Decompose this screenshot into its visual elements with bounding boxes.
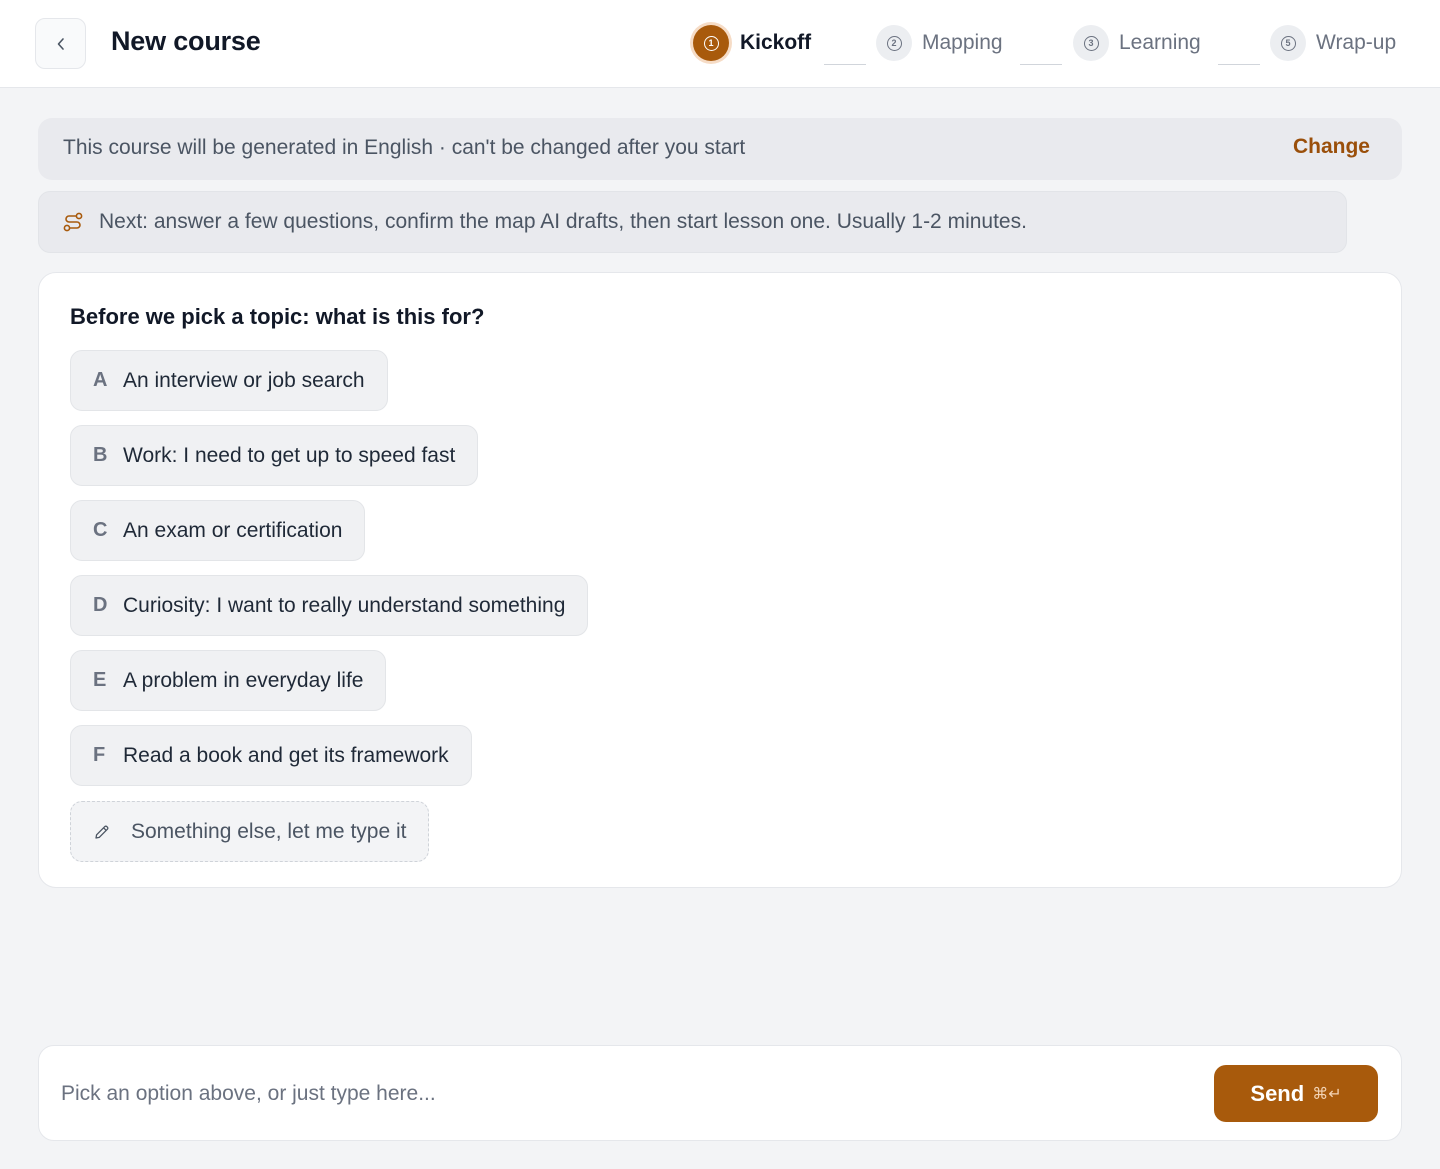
option-letter: C [93, 519, 108, 541]
step-kickoff: 1 Kickoff [690, 20, 811, 66]
next-steps-banner: Next: answer a few questions, confirm th… [38, 191, 1347, 253]
option-c[interactable]: C An exam or certification [70, 500, 366, 561]
step-number-icon: 3 [1073, 25, 1109, 61]
option-f[interactable]: F Read a book and get its framework [70, 725, 472, 786]
question-title: Before we pick a topic: what is this for… [70, 304, 485, 329]
option-label: Something else, let me type it [131, 819, 407, 843]
step-label: Wrap-up [1316, 31, 1397, 54]
message-input[interactable] [61, 1074, 1201, 1114]
step-connector [824, 64, 866, 65]
send-button[interactable]: Send ⌘↵ [1214, 1065, 1378, 1122]
step-connector [1218, 64, 1260, 65]
change-language-link[interactable]: Change [1293, 135, 1370, 159]
route-icon [63, 212, 83, 232]
next-steps-text: Next: answer a few questions, confirm th… [99, 210, 1027, 233]
question-card: Before we pick a topic: what is this for… [38, 272, 1402, 888]
progress-stepper: 1 Kickoff 2 Mapping 3 Learning 5 Wrap-up [0, 20, 1440, 66]
option-d[interactable]: D Curiosity: I want to really understand… [70, 575, 589, 636]
option-letter: F [93, 744, 106, 766]
top-bar: New course 1 Kickoff 2 Mapping 3 Learnin… [0, 0, 1440, 88]
step-number-icon: 2 [876, 25, 912, 61]
step-number-icon: 5 [1270, 25, 1306, 61]
step-label: Mapping [922, 31, 1003, 54]
option-b[interactable]: B Work: I need to get up to speed fast [70, 425, 479, 486]
option-label: An exam or certification [123, 518, 343, 542]
message-composer: Send ⌘↵ [38, 1045, 1402, 1141]
keyboard-shortcut-icon: ⌘↵ [1312, 1084, 1342, 1103]
step-wrap-up: 5 Wrap-up [1270, 20, 1396, 66]
step-label: Learning [1119, 31, 1201, 54]
option-something-else[interactable]: Something else, let me type it [70, 801, 430, 862]
step-connector [1020, 64, 1062, 65]
option-a[interactable]: A An interview or job search [70, 350, 388, 411]
step-label: Kickoff [740, 31, 812, 54]
option-label: Curiosity: I want to really understand s… [123, 593, 566, 617]
step-learning: 3 Learning [1073, 20, 1201, 66]
option-letter: B [93, 444, 108, 466]
option-letter: E [93, 669, 107, 691]
option-label: An interview or job search [123, 368, 365, 392]
language-banner: This course will be generated in English… [38, 118, 1402, 180]
step-number-icon: 1 [690, 22, 732, 64]
pencil-icon [93, 823, 131, 841]
option-label: A problem in everyday life [123, 668, 364, 692]
send-label: Send [1250, 1080, 1305, 1106]
option-letter: D [93, 594, 108, 616]
option-e[interactable]: E A problem in everyday life [70, 650, 387, 711]
option-letter: A [93, 369, 108, 391]
step-mapping: 2 Mapping [876, 20, 1003, 66]
option-label: Read a book and get its framework [123, 743, 449, 767]
option-label: Work: I need to get up to speed fast [123, 443, 456, 467]
language-notice: This course will be generated in English… [63, 136, 746, 159]
